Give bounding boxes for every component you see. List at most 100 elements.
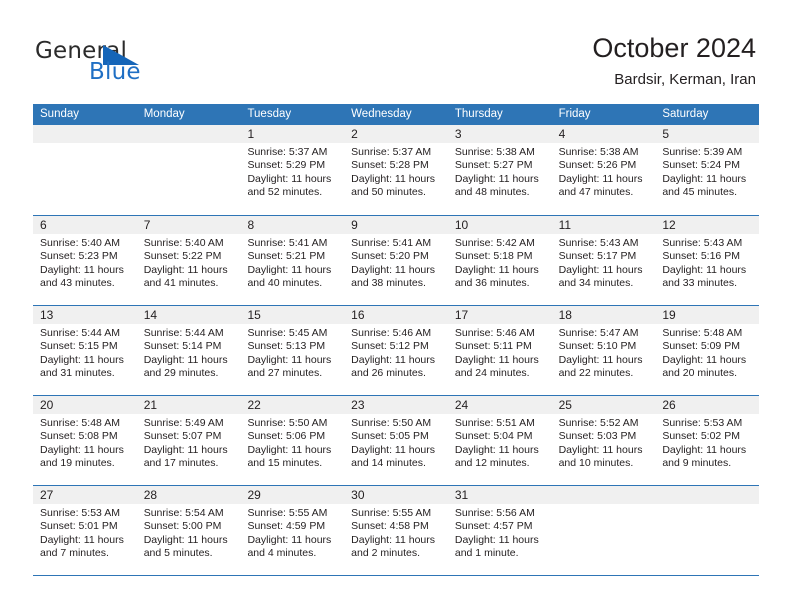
calendar-grid: Sunday Monday Tuesday Wednesday Thursday Frid… <box>33 104 760 576</box>
day-number: 6 <box>33 216 137 234</box>
calendar-day-cell[interactable]: 25 Sunrise: 5:52 AM Sunset: 5:03 PM Dayligh… <box>551 396 656 485</box>
day-sun-info: Sunrise: 5:45 AM Sunset: 5:13 PM Daylight:… <box>240 324 344 381</box>
calendar-day-cell[interactable]: 30 Sunrise: 5:55 AM Sunset: 4:58 PM Dayligh… <box>344 486 448 575</box>
day-of-week-header: Wednesday <box>351 108 412 120</box>
day-info-daylight-line: Daylight: 11 hours <box>143 533 228 546</box>
calendar-day-cell[interactable]: 2 Sunrise: 5:37 AM Sunset: 5:28 PM Daylight… <box>344 125 448 215</box>
day-info-daylight-line: Daylight: 11 hours <box>143 443 228 456</box>
day-info-sunrise-line: Sunrise: 5:50 AM <box>351 417 432 429</box>
calendar-day-cell[interactable]: 31 Sunrise: 5:56 AM Sunset: 4:57 PM Dayligh… <box>447 486 552 575</box>
day-sun-info: Sunrise: 5:54 AM Sunset: 5:00 PM Daylight:… <box>137 504 241 561</box>
day-number: 20 <box>33 396 137 414</box>
day-info-sunrise-line: Sunrise: 5:47 AM <box>558 327 639 339</box>
calendar-day-cell[interactable]: 26 Sunrise: 5:53 AM Sunset: 5:02 PM Dayligh… <box>655 396 760 485</box>
calendar-day-cell[interactable]: 22 Sunrise: 5:50 AM Sunset: 5:06 PM Dayligh… <box>240 396 345 485</box>
day-number <box>33 125 137 143</box>
calendar-day-cell[interactable]: 3 Sunrise: 5:38 AM Sunset: 5:27 PM Daylight… <box>447 125 552 215</box>
calendar-day-cell[interactable]: 21 Sunrise: 5:49 AM Sunset: 5:07 PM Dayligh… <box>136 396 241 485</box>
day-info-daylight-line: and 26 minutes. <box>351 367 426 380</box>
day-info-daylight-line: Daylight: 11 hours <box>351 533 436 546</box>
day-info-sunrise-line: Sunrise: 5:37 AM <box>247 146 328 158</box>
calendar-day-cell[interactable]: 27 Sunrise: 5:53 AM Sunset: 5:01 PM Dayligh… <box>33 486 137 575</box>
calendar-day-cell[interactable]: 4 Sunrise: 5:38 AM Sunset: 5:26 PM Daylight… <box>551 125 656 215</box>
day-sun-info: Sunrise: 5:41 AM Sunset: 5:21 PM Daylight:… <box>240 234 344 291</box>
day-info-daylight-line: and 34 minutes. <box>558 277 634 290</box>
calendar-day-cell[interactable]: 29 Sunrise: 5:55 AM Sunset: 4:59 PM Dayligh… <box>240 486 345 575</box>
day-info-daylight-line: Daylight: 11 hours <box>143 353 228 366</box>
calendar-day-cell[interactable]: 6 Sunrise: 5:40 AM Sunset: 5:23 PM Daylight… <box>33 216 137 305</box>
calendar-day-cell[interactable]: 9 Sunrise: 5:41 AM Sunset: 5:20 PM Daylight… <box>344 216 448 305</box>
day-info-daylight-line: and 48 minutes. <box>454 186 530 199</box>
day-info-daylight-line: and 1 minute. <box>454 547 519 560</box>
day-info-daylight-line: Daylight: 11 hours <box>454 533 539 546</box>
calendar-day-cell[interactable]: 19 Sunrise: 5:48 AM Sunset: 5:09 PM Dayligh… <box>655 306 760 395</box>
day-sun-info: Sunrise: 5:44 AM Sunset: 5:15 PM Daylight:… <box>33 324 137 381</box>
day-sun-info: Sunrise: 5:37 AM Sunset: 5:28 PM Daylight:… <box>344 143 448 200</box>
day-info-daylight-line: Daylight: 11 hours <box>662 172 747 185</box>
day-sun-info: Sunrise: 5:39 AM Sunset: 5:24 PM Daylight:… <box>655 143 759 200</box>
day-number: 29 <box>240 486 345 504</box>
day-number: 25 <box>551 396 656 414</box>
day-info-daylight-line: Daylight: 11 hours <box>454 263 539 276</box>
calendar-day-cell[interactable]: 1 Sunrise: 5:37 AM Sunset: 5:29 PM Daylight… <box>240 125 345 215</box>
day-info-sunset-line: Sunset: 5:24 PM <box>662 159 740 172</box>
day-info-sunrise-line: Sunrise: 5:37 AM <box>351 146 432 158</box>
day-info-sunrise-line: Sunrise: 5:40 AM <box>143 237 224 249</box>
calendar-day-cell[interactable]: 18 Sunrise: 5:47 AM Sunset: 5:10 PM Dayligh… <box>551 306 656 395</box>
day-sun-info: Sunrise: 5:53 AM Sunset: 5:02 PM Daylight:… <box>655 414 759 471</box>
calendar-day-cell[interactable]: 15 Sunrise: 5:45 AM Sunset: 5:13 PM Dayligh… <box>240 306 345 395</box>
calendar-day-cell[interactable]: 13 Sunrise: 5:44 AM Sunset: 5:15 PM Dayligh… <box>33 306 137 395</box>
day-sun-info: Sunrise: 5:41 AM Sunset: 5:20 PM Daylight:… <box>344 234 448 291</box>
day-info-daylight-line: and 47 minutes. <box>558 186 634 199</box>
day-info-daylight-line: Daylight: 11 hours <box>662 443 747 456</box>
day-info-sunset-line: Sunset: 5:23 PM <box>40 250 118 263</box>
day-info-sunrise-line: Sunrise: 5:48 AM <box>662 327 743 339</box>
calendar-day-cell[interactable]: 16 Sunrise: 5:46 AM Sunset: 5:12 PM Dayligh… <box>344 306 448 395</box>
calendar-day-cell[interactable]: 23 Sunrise: 5:50 AM Sunset: 5:05 PM Dayligh… <box>344 396 448 485</box>
calendar-day-cell[interactable]: 20 Sunrise: 5:48 AM Sunset: 5:08 PM Dayligh… <box>33 396 137 485</box>
day-number: 12 <box>655 216 760 234</box>
day-info-sunset-line: Sunset: 5:26 PM <box>558 159 637 172</box>
calendar-week-row: 27 Sunrise: 5:53 AM Sunset: 5:01 PM Dayligh… <box>33 485 760 575</box>
calendar-day-cell[interactable]: 28 Sunrise: 5:54 AM Sunset: 5:00 PM Dayligh… <box>136 486 241 575</box>
calendar-day-cell[interactable]: 14 Sunrise: 5:44 AM Sunset: 5:14 PM Dayligh… <box>136 306 241 395</box>
day-info-sunset-line: Sunset: 5:16 PM <box>662 250 740 263</box>
day-number: 8 <box>240 216 345 234</box>
calendar-day-cell[interactable]: 17 Sunrise: 5:46 AM Sunset: 5:11 PM Dayligh… <box>447 306 552 395</box>
day-info-daylight-line: and 2 minutes. <box>351 547 421 560</box>
day-number: 3 <box>447 125 552 143</box>
day-info-daylight-line: and 7 minutes. <box>40 547 109 560</box>
day-info-daylight-line: and 24 minutes. <box>454 367 530 380</box>
calendar-day-cell[interactable]: 12 Sunrise: 5:43 AM Sunset: 5:16 PM Dayligh… <box>655 216 760 305</box>
day-info-sunset-line: Sunset: 5:13 PM <box>247 340 326 353</box>
day-info-daylight-line: Daylight: 11 hours <box>247 353 332 366</box>
day-sun-info: Sunrise: 5:55 AM Sunset: 4:58 PM Daylight:… <box>344 504 448 561</box>
general-blue-logo[interactable]: General Blue <box>35 38 235 86</box>
day-sun-info: Sunrise: 5:50 AM Sunset: 5:06 PM Daylight:… <box>240 414 344 471</box>
day-number: 5 <box>655 125 760 143</box>
day-info-daylight-line: and 20 minutes. <box>662 367 738 380</box>
day-info-daylight-line: Daylight: 11 hours <box>662 263 747 276</box>
day-info-daylight-line: Daylight: 11 hours <box>454 172 539 185</box>
calendar-day-cell[interactable]: 5 Sunrise: 5:39 AM Sunset: 5:24 PM Daylight… <box>655 125 760 215</box>
day-info-daylight-line: and 41 minutes. <box>143 277 219 290</box>
day-info-daylight-line: Daylight: 11 hours <box>662 353 747 366</box>
day-info-daylight-line: Daylight: 11 hours <box>40 353 124 366</box>
day-sun-info: Sunrise: 5:38 AM Sunset: 5:27 PM Daylight:… <box>448 143 552 200</box>
day-sun-info: Sunrise: 5:43 AM Sunset: 5:16 PM Daylight:… <box>655 234 759 291</box>
day-info-sunset-line: Sunset: 5:00 PM <box>143 520 222 533</box>
calendar-day-cell[interactable]: 8 Sunrise: 5:41 AM Sunset: 5:21 PM Daylight… <box>240 216 345 305</box>
grid-bottom-border <box>33 575 759 576</box>
title-block: October 2024 Bardsir, Kerman, Iran <box>592 32 756 90</box>
calendar-day-cell[interactable]: 11 Sunrise: 5:43 AM Sunset: 5:17 PM Dayligh… <box>551 216 656 305</box>
day-number: 15 <box>240 306 345 324</box>
day-info-sunrise-line: Sunrise: 5:55 AM <box>351 507 432 519</box>
day-info-sunrise-line: Sunrise: 5:55 AM <box>247 507 328 519</box>
day-info-sunrise-line: Sunrise: 5:56 AM <box>454 507 535 519</box>
day-info-sunrise-line: Sunrise: 5:43 AM <box>558 237 639 249</box>
calendar-day-cell[interactable]: 24 Sunrise: 5:51 AM Sunset: 5:04 PM Dayligh… <box>447 396 552 485</box>
day-number: 14 <box>136 306 241 324</box>
day-number: 9 <box>344 216 448 234</box>
calendar-day-cell[interactable]: 7 Sunrise: 5:40 AM Sunset: 5:22 PM Daylight… <box>136 216 241 305</box>
calendar-day-cell[interactable]: 10 Sunrise: 5:42 AM Sunset: 5:18 PM Dayligh… <box>447 216 552 305</box>
